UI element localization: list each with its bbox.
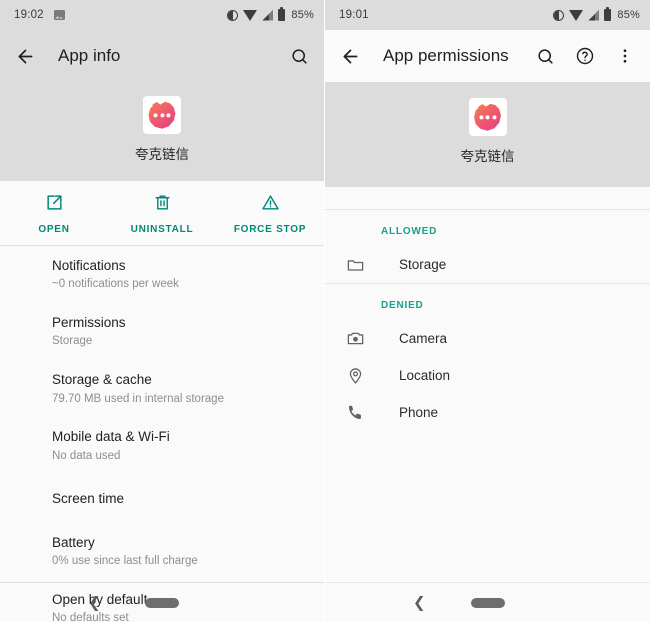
permissions-spacer — [325, 187, 650, 209]
help-circle-icon[interactable] — [572, 43, 598, 69]
allowed-section-header: ALLOWED — [381, 226, 438, 237]
more-vertical-icon[interactable] — [612, 43, 638, 69]
list-item-subtitle: ~0 notifications per week — [52, 278, 179, 291]
uninstall-button[interactable]: UNINSTALL — [108, 193, 216, 235]
app-identity-header-right: 夸克链信 — [325, 82, 650, 187]
status-time: 19:01 — [339, 9, 369, 21]
list-item-storage-cache[interactable]: Storage & cache 79.70 MB used in interna… — [0, 360, 324, 417]
status-icons: 85% — [227, 7, 314, 21]
page-title: App permissions — [383, 46, 509, 65]
app-bar-actions-left — [286, 43, 312, 69]
permission-label: Camera — [399, 331, 448, 346]
list-item-title: Mobile data & Wi-Fi — [52, 429, 170, 445]
phone-handset-icon — [343, 403, 367, 422]
app-bar-left: App info — [0, 30, 324, 82]
list-item-subtitle: Storage — [52, 335, 93, 348]
force-stop-button-label: FORCE STOP — [233, 224, 307, 235]
open-button[interactable]: OPEN — [0, 193, 108, 235]
app-name: 夸克链信 — [135, 147, 189, 162]
app-logo-icon — [143, 96, 181, 134]
wifi-icon — [243, 9, 258, 21]
search-icon[interactable] — [286, 43, 312, 69]
dnd-icon — [227, 9, 239, 21]
left-phone-screen: 19:02 85% App info 夸克链信 OPEN UNINSTALL F… — [0, 0, 325, 622]
list-item-screen-time[interactable]: Screen time — [0, 475, 324, 523]
nav-back-icon[interactable]: ❮ — [88, 595, 101, 610]
list-item-subtitle: 0% use since last full charge — [52, 555, 198, 568]
force-stop-button[interactable]: FORCE STOP — [216, 193, 324, 235]
navigation-bar-left: ❮ — [0, 582, 324, 622]
navigation-bar-right: ❮ — [325, 582, 650, 622]
location-pin-icon — [343, 366, 367, 385]
battery-icon — [604, 7, 612, 21]
status-bar-right: 19:01 85% — [325, 0, 650, 30]
list-item-notifications[interactable]: Notifications ~0 notifications per week — [0, 246, 324, 303]
trash-icon — [153, 193, 172, 217]
list-item-battery[interactable]: Battery 0% use since last full charge — [0, 523, 324, 580]
battery-percent: 85% — [291, 9, 314, 21]
permission-label: Phone — [399, 405, 439, 420]
nav-home-pill[interactable] — [145, 597, 179, 608]
wifi-icon — [569, 9, 584, 21]
app-bar-right: App permissions — [325, 30, 650, 82]
uninstall-button-label: UNINSTALL — [130, 224, 194, 235]
app-name: 夸克链信 — [460, 149, 515, 164]
signal-icon — [588, 9, 600, 21]
app-bar-actions-right — [532, 43, 638, 69]
permission-item-storage[interactable]: Storage — [325, 246, 650, 283]
status-time: 19:02 — [14, 9, 44, 21]
status-bar-left: 19:02 85% — [0, 0, 324, 30]
camera-icon — [343, 329, 367, 348]
list-item-mobile-data-wifi[interactable]: Mobile data & Wi-Fi No data used — [0, 417, 324, 474]
denied-section-header: DENIED — [381, 300, 424, 311]
battery-icon — [278, 7, 286, 21]
search-icon[interactable] — [532, 43, 558, 69]
open-button-label: OPEN — [38, 224, 70, 235]
list-item-title: Battery — [52, 534, 95, 550]
dnd-icon — [553, 9, 565, 21]
nav-home-pill[interactable] — [470, 597, 505, 608]
app-identity-header-left: 夸克链信 — [0, 82, 324, 181]
battery-percent: 85% — [617, 9, 640, 21]
status-icons: 85% — [553, 7, 640, 21]
dual-screenshot-container: 19:02 85% App info 夸克链信 OPEN UNINSTALL F… — [0, 0, 650, 622]
back-arrow-icon[interactable] — [337, 43, 363, 69]
list-item-title: Storage & cache — [52, 372, 152, 388]
right-phone-screen: 19:01 85% App permissions 夸克链信 ALLOWED S… — [325, 0, 650, 622]
permission-item-camera[interactable]: Camera — [325, 320, 650, 357]
permission-label: Location — [399, 368, 451, 383]
list-item-title: Permissions — [52, 315, 126, 331]
open-external-icon — [45, 193, 64, 217]
folder-icon — [343, 255, 367, 274]
list-item-subtitle: 79.70 MB used in internal storage — [52, 392, 224, 405]
list-item-title: Screen time — [52, 490, 125, 506]
app-logo-icon — [468, 98, 507, 136]
screenshot-icon — [53, 10, 65, 20]
app-action-row: OPEN UNINSTALL FORCE STOP — [0, 181, 324, 246]
back-arrow-icon[interactable] — [12, 43, 38, 69]
permissions-list: ALLOWED Storage DENIED Camera Location P… — [325, 210, 650, 431]
signal-icon — [262, 9, 274, 21]
app-info-list: Notifications ~0 notifications per week … — [0, 246, 324, 622]
permission-label: Storage — [399, 257, 447, 272]
list-item-permissions[interactable]: Permissions Storage — [0, 303, 324, 360]
page-title: App info — [58, 46, 121, 65]
permission-item-location[interactable]: Location — [325, 357, 650, 394]
warning-triangle-icon — [261, 193, 280, 217]
list-item-title: Notifications — [52, 258, 126, 273]
list-item-subtitle: No data used — [52, 449, 121, 462]
nav-back-icon[interactable]: ❮ — [413, 595, 426, 610]
permission-item-phone[interactable]: Phone — [325, 394, 650, 431]
